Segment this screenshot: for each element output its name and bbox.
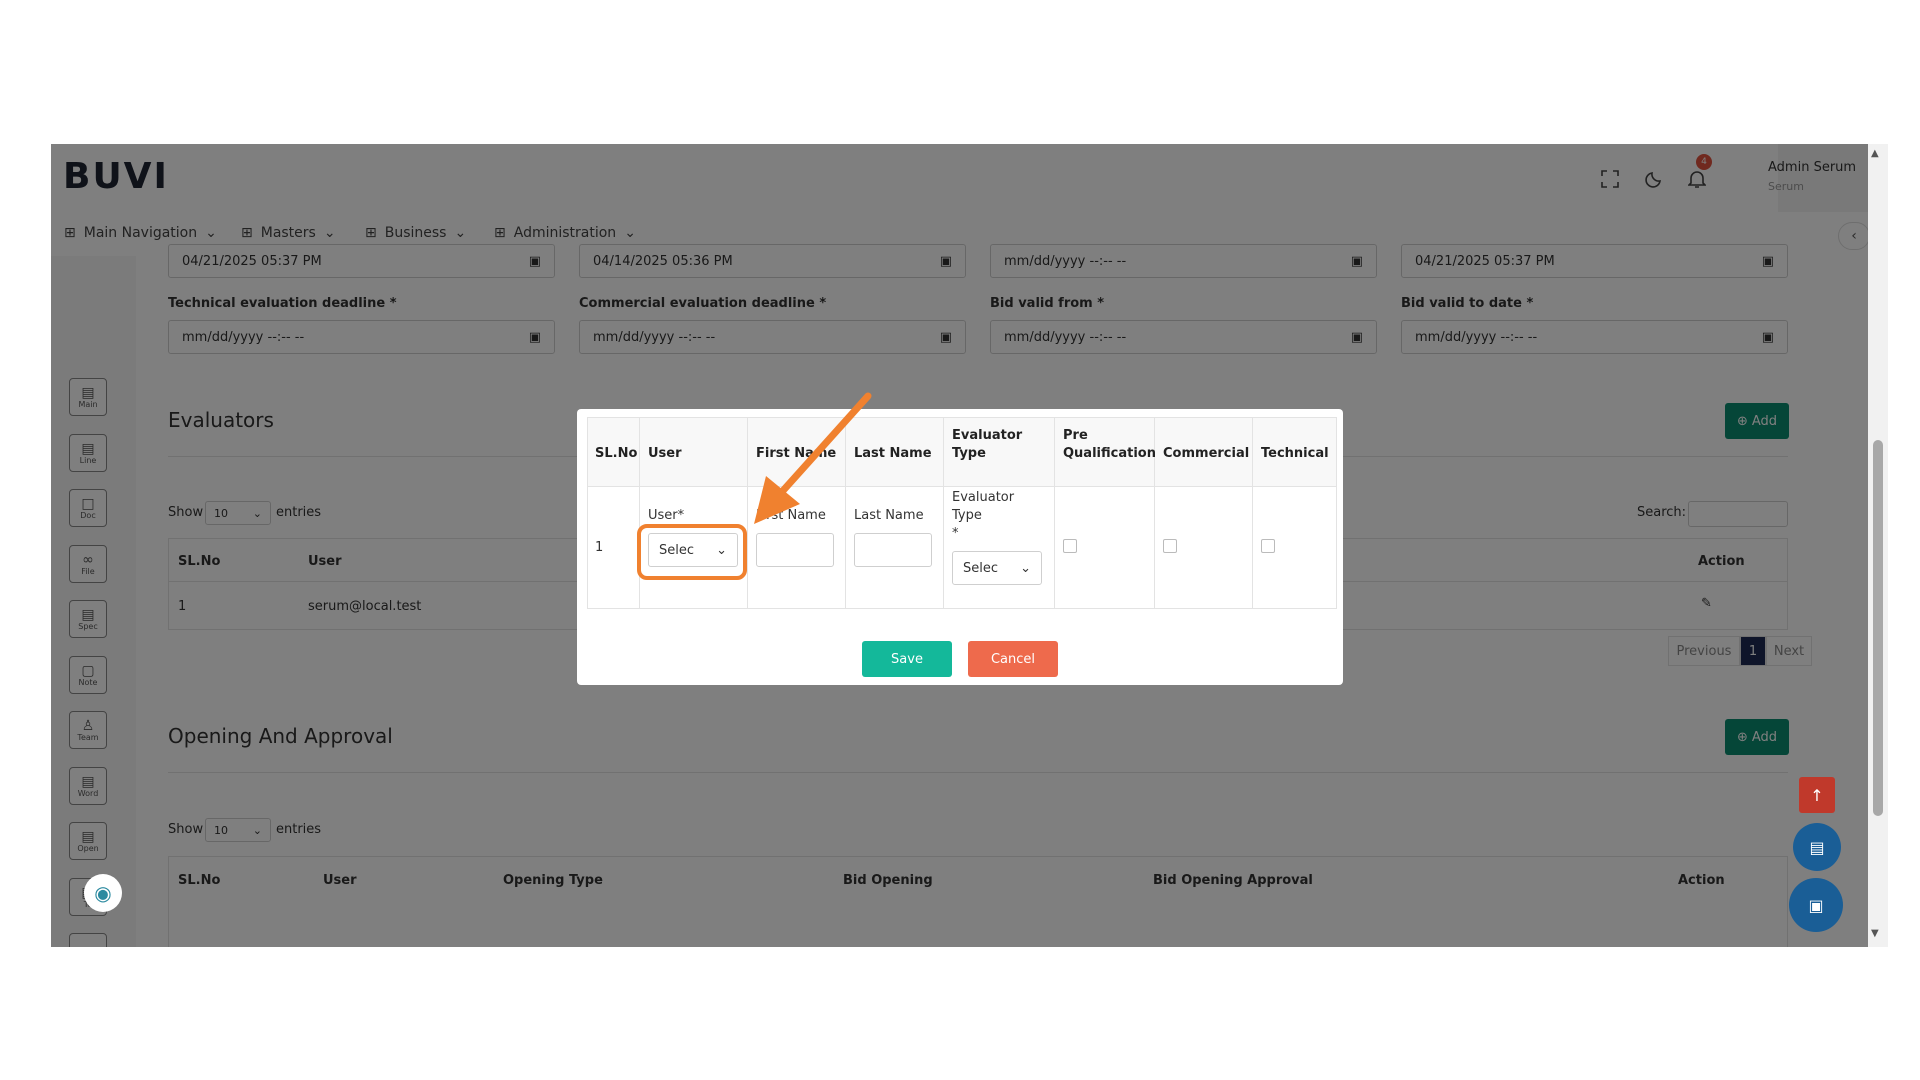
column-header: Technical bbox=[1261, 446, 1329, 461]
evaluator-type-label: Evaluator Type bbox=[952, 490, 1015, 523]
first-name-input[interactable] bbox=[756, 533, 834, 567]
column-header: Pre Qualification bbox=[1063, 428, 1156, 461]
cancel-button[interactable]: Cancel bbox=[968, 641, 1058, 677]
chat-button[interactable]: ▤ bbox=[1793, 823, 1841, 871]
column-divider bbox=[639, 417, 640, 609]
column-header: Commercial bbox=[1163, 446, 1250, 461]
column-divider bbox=[1054, 417, 1055, 609]
annotation-arrow-icon bbox=[754, 392, 872, 524]
save-button[interactable]: Save bbox=[862, 641, 952, 677]
assistant-bot-button[interactable]: ▣ bbox=[1789, 878, 1843, 932]
scroll-up-icon[interactable]: ▲ bbox=[1871, 148, 1879, 159]
arrow-up-icon: ↑ bbox=[1810, 785, 1824, 805]
column-header: Evaluator Type bbox=[952, 428, 1023, 461]
pre-qualification-checkbox[interactable] bbox=[1063, 539, 1077, 553]
scroll-top-button[interactable]: ↑ bbox=[1799, 777, 1835, 813]
column-header: User bbox=[648, 446, 682, 461]
column-divider bbox=[1252, 417, 1253, 609]
user-field-label: User* bbox=[648, 508, 685, 523]
annotation-highlight bbox=[637, 524, 747, 580]
column-divider bbox=[943, 417, 944, 609]
camera-icon[interactable]: ◉ bbox=[84, 874, 122, 912]
column-header: SL.No bbox=[595, 446, 638, 461]
technical-checkbox[interactable] bbox=[1261, 539, 1275, 553]
commercial-checkbox[interactable] bbox=[1163, 539, 1177, 553]
robot-icon: ▣ bbox=[1808, 895, 1824, 915]
scrollbar-thumb[interactable] bbox=[1873, 440, 1883, 816]
row-number: 1 bbox=[595, 540, 604, 555]
chevron-down-icon: ⌄ bbox=[1020, 560, 1031, 576]
evaluator-type-select[interactable]: Selec ⌄ bbox=[952, 551, 1042, 585]
last-name-input[interactable] bbox=[854, 533, 932, 567]
required-marker: * bbox=[952, 526, 959, 541]
chat-icon: ▤ bbox=[1809, 837, 1825, 857]
scroll-down-icon[interactable]: ▼ bbox=[1871, 928, 1879, 939]
